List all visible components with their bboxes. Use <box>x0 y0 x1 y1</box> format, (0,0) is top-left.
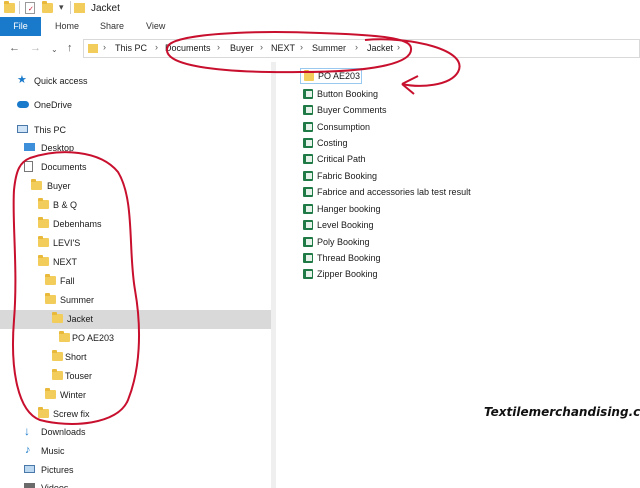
annotation-overlay <box>12 31 461 425</box>
annotation-circle-address <box>165 31 413 74</box>
annotation-circle-tree <box>12 151 141 425</box>
